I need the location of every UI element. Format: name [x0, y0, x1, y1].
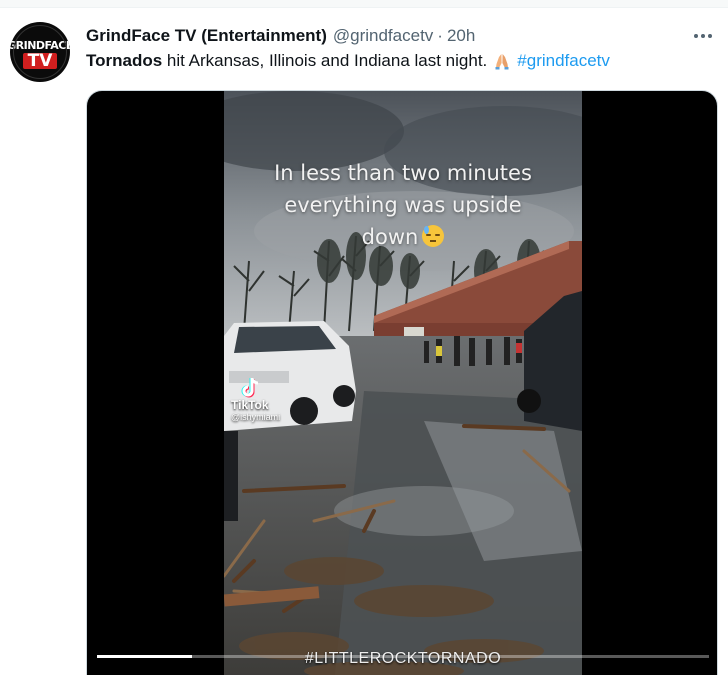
tweet[interactable]: GRINDFACE TV GrindFace TV (Entertainment… — [0, 8, 728, 675]
video-frame[interactable]: In less than two minutes everything was … — [224, 91, 582, 675]
tweet-timestamp[interactable]: 20h — [447, 26, 475, 46]
author-handle[interactable]: @grindfacetv — [333, 26, 433, 46]
caption-line-1: In less than two minutes — [274, 161, 532, 185]
video-caption: In less than two minutes everything was … — [224, 157, 582, 253]
video-progress-fill — [97, 655, 192, 658]
hashtag-link[interactable]: #grindfacetv — [517, 51, 610, 71]
avatar-ring — [13, 25, 67, 79]
more-options-icon[interactable] — [688, 25, 718, 47]
tiktok-brand: TikTok — [231, 398, 269, 412]
tweet-header: GrindFace TV (Entertainment) @grindfacet… — [86, 25, 475, 47]
video-player[interactable]: In less than two minutes everything was … — [86, 90, 718, 675]
timeline-separator — [0, 0, 728, 8]
avatar[interactable]: GRINDFACE TV — [10, 22, 70, 82]
tiktok-watermark: TikTok @ishymiami — [231, 377, 280, 423]
video-hashtag-overlay: #LITTLEROCKTORNADO — [304, 650, 502, 667]
tweet-text-body: hit Arkansas, Illinois and Indiana last … — [162, 51, 488, 70]
caption-line-3-wrap: down — [224, 221, 582, 253]
tiktok-logo-icon — [241, 377, 261, 399]
video-progress-bar[interactable] — [97, 655, 709, 658]
tiktok-username: @ishymiami — [231, 412, 281, 422]
author-name[interactable]: GrindFace TV (Entertainment) — [86, 26, 327, 46]
caption-line-3: down — [361, 225, 419, 249]
folded-hands-icon — [493, 52, 511, 70]
tweet-text: Tornados hit Arkansas, Illinois and Indi… — [86, 51, 610, 71]
header-separator: · — [437, 26, 443, 45]
sad-sweat-face-icon — [422, 225, 445, 247]
tweet-text-bold: Tornados — [86, 51, 163, 70]
caption-line-2: everything was upside — [284, 193, 522, 217]
